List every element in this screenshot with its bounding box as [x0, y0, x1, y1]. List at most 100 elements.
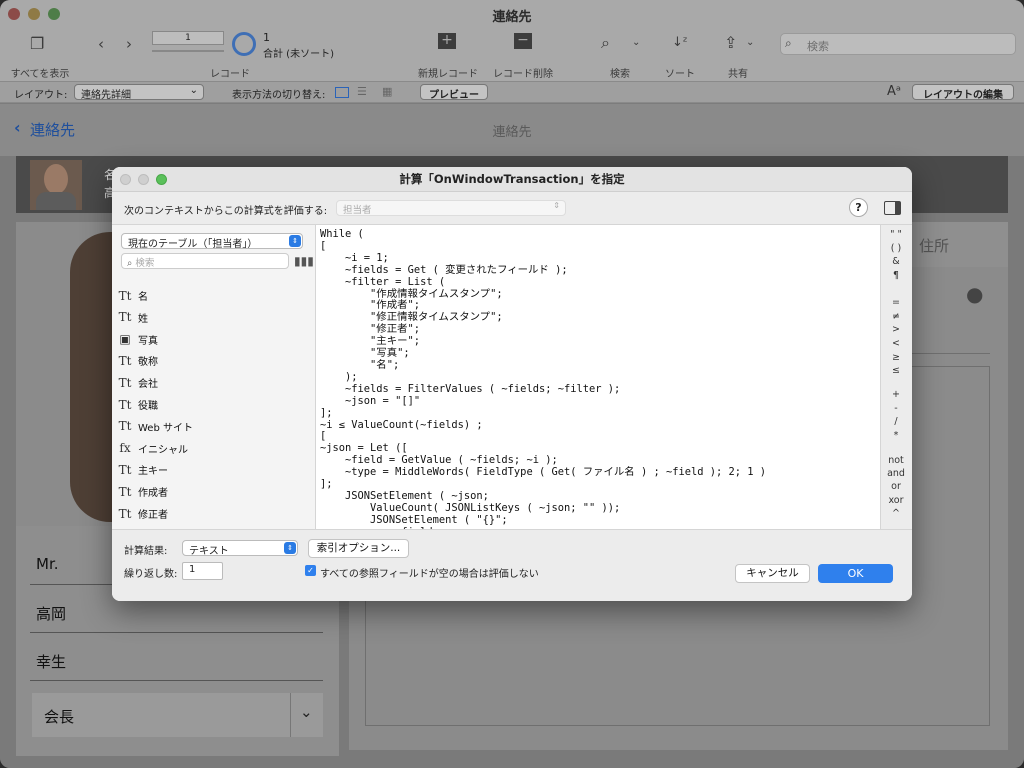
field-list-pane: 現在のテーブル（「担当者」） ⇕ ⌕ 検索 ▮▮▮ Tt 名 Tt 姓 ▣ 写真 Tt 敬称 T… — [112, 224, 316, 529]
position-select[interactable]: 会長 ⌄ — [32, 693, 323, 737]
operator-button[interactable]: ^ — [881, 508, 911, 519]
operator-button[interactable]: ¶ — [881, 270, 911, 281]
field-list-item[interactable]: Tt 修正者 — [118, 503, 168, 524]
field-list-item[interactable]: Tt 作成者 — [118, 481, 168, 502]
share-dropdown-icon[interactable]: ⌄ — [746, 37, 754, 48]
table-select[interactable]: 現在のテーブル（「担当者」） ⇕ — [121, 233, 303, 250]
operator-button[interactable]: - — [881, 403, 911, 414]
previous-record-icon[interactable]: ‹ — [98, 35, 104, 53]
search-icon: ⌕ — [785, 36, 792, 50]
operator-button[interactable]: = — [881, 297, 911, 308]
layout-select[interactable]: 連絡先詳細 ⌄ — [74, 84, 204, 101]
text-format-icon[interactable]: Aᵃ — [887, 84, 901, 99]
field-list-item-label: 会社 — [138, 379, 158, 391]
table-select-value: 現在のテーブル（「担当者」） — [128, 239, 258, 250]
operator-button[interactable]: ≤ — [881, 365, 911, 376]
operator-button[interactable]: > — [881, 324, 911, 335]
field-list-item[interactable]: Tt 名 — [118, 285, 148, 306]
quick-find-field[interactable]: ⌕ 検索 — [780, 33, 1016, 55]
result-type-select[interactable]: テキスト ⇕ — [182, 540, 298, 557]
field-list-item[interactable]: Tt 敬称 — [118, 350, 158, 371]
operator-button[interactable]: & — [881, 256, 911, 267]
skip-empty-checkbox[interactable]: ✓ — [305, 565, 316, 576]
operator-button[interactable]: ≠ — [881, 311, 911, 322]
form-view-icon[interactable] — [335, 87, 349, 98]
repetitions-input[interactable]: 1 — [182, 562, 223, 580]
operator-button[interactable]: and — [881, 468, 911, 479]
calculation-field-icon: fx — [119, 441, 131, 456]
share-label: 共有 — [728, 69, 748, 80]
bar-chart-icon[interactable]: ▮▮▮ — [294, 254, 314, 268]
table-view-icon[interactable]: ▦ — [382, 85, 392, 98]
show-all-label: すべてを表示 — [10, 69, 70, 80]
field-list-item-label: 姓 — [138, 313, 148, 325]
operator-button[interactable]: < — [881, 338, 911, 349]
sort-label: ソート — [665, 69, 695, 80]
field-list-item[interactable]: fx イニシャル — [118, 438, 188, 459]
sort-icon[interactable]: ↓ᶻ — [672, 35, 688, 50]
show-all-icon[interactable]: ❐ — [30, 34, 44, 53]
new-record-label: 新規レコード — [418, 69, 478, 80]
avatar — [30, 160, 82, 210]
field-list-item[interactable]: Tt 会社 — [118, 372, 158, 393]
field-list-item-label: 作成者 — [138, 488, 168, 500]
result-type-value: テキスト — [189, 546, 229, 557]
title-field[interactable]: Mr. — [36, 555, 59, 573]
preview-button[interactable]: プレビュー — [420, 84, 488, 101]
help-button[interactable]: ? — [849, 198, 868, 217]
operator-button[interactable]: + — [881, 389, 911, 400]
operator-button[interactable]: or — [881, 481, 911, 492]
field-list-item[interactable]: Tt Web サイト — [118, 416, 193, 437]
field-list-item[interactable]: Tt 役職 — [118, 394, 158, 415]
next-record-icon[interactable]: › — [126, 35, 132, 53]
record-progress-icon — [232, 32, 256, 56]
field-search-input[interactable]: ⌕ 検索 — [121, 253, 289, 269]
share-icon[interactable]: ⇪ — [724, 33, 737, 52]
list-view-icon[interactable]: ☰ — [357, 85, 367, 98]
last-name-field[interactable]: 高岡 — [36, 603, 66, 624]
operator-button[interactable]: * — [881, 430, 911, 441]
operator-button[interactable]: / — [881, 416, 911, 427]
globe-icon[interactable]: ● — [966, 282, 983, 306]
find-icon[interactable]: ⌕ — [601, 33, 610, 53]
field-list-item-label: イニシャル — [138, 444, 188, 456]
field-list-item-label: 敬称 — [138, 357, 158, 369]
first-name-field[interactable]: 幸生 — [36, 651, 66, 672]
record-number-field[interactable]: 1 — [152, 31, 224, 45]
dialog-zoom-button[interactable] — [156, 174, 167, 185]
formula-editor[interactable]: While ( [ ~i = 1; ~fields = Get ( 変更されたフ… — [316, 224, 880, 529]
text-field-icon: Tt — [118, 288, 132, 303]
operator-button[interactable]: ( ) — [881, 243, 911, 254]
new-record-icon[interactable]: + — [438, 33, 456, 49]
record-slider[interactable] — [152, 50, 224, 52]
delete-record-label: レコード削除 — [493, 69, 553, 80]
operator-button[interactable]: not — [881, 455, 911, 466]
text-field-icon: Tt — [118, 353, 132, 368]
find-dropdown-icon[interactable]: ⌄ — [632, 37, 640, 48]
delete-record-icon[interactable]: − — [514, 33, 532, 49]
field-list-item-label: 写真 — [138, 335, 158, 347]
operator-button[interactable]: ≥ — [881, 352, 911, 363]
index-options-button[interactable]: 索引オプション... — [308, 539, 409, 558]
sidebar-toggle-icon[interactable] — [884, 201, 901, 215]
ok-button[interactable]: OK — [818, 564, 893, 583]
dialog-minimize-button[interactable] — [138, 174, 149, 185]
container-field-icon: ▣ — [119, 332, 131, 347]
field-list-item[interactable]: ▣ 写真 — [118, 329, 158, 350]
dialog-title: 計算「OnWindowTransaction」を指定 — [112, 167, 912, 192]
record-label: レコード — [210, 69, 250, 80]
dialog-close-button[interactable] — [120, 174, 131, 185]
field-list-item-label: Web サイト — [138, 422, 193, 434]
field-list-item[interactable]: Tt 姓 — [118, 307, 148, 328]
chevron-updown-icon: ⇕ — [289, 235, 301, 247]
search-placeholder: 検索 — [807, 40, 829, 53]
operator-button[interactable]: xor — [881, 495, 911, 506]
context-select[interactable]: 担当者 ⇕ — [336, 200, 566, 216]
tab-address[interactable]: 住所 — [896, 222, 1008, 267]
field-list-item[interactable]: Tt 主キー — [118, 459, 168, 480]
operator-button[interactable]: " " — [881, 229, 911, 240]
repetitions-label: 繰り返し数: — [124, 569, 178, 580]
cancel-button[interactable]: キャンセル — [735, 564, 810, 583]
layout-select-value: 連絡先詳細 — [81, 90, 131, 101]
edit-layout-button[interactable]: レイアウトの編集 — [912, 84, 1014, 101]
